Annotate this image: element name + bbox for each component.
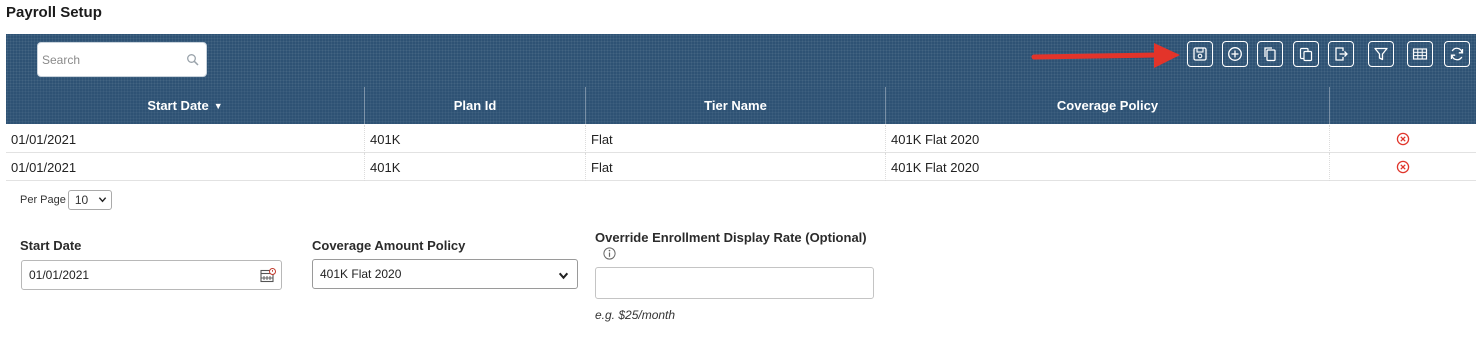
column-header-label: Tier Name xyxy=(704,98,767,113)
calendar-icon[interactable] xyxy=(260,268,276,283)
row-actions xyxy=(1330,153,1476,181)
cell-tier-name[interactable]: Flat xyxy=(586,153,886,181)
grid-toolbar xyxy=(6,34,1476,87)
delete-icon[interactable] xyxy=(1396,160,1410,174)
cell-start-date[interactable]: 01/01/2021 xyxy=(6,153,365,181)
cell-plan-id[interactable]: 401K xyxy=(365,153,586,181)
per-page-select[interactable]: 10 xyxy=(67,190,112,210)
search-input[interactable] xyxy=(42,51,182,69)
delete-icon[interactable] xyxy=(1396,132,1410,146)
search-box[interactable] xyxy=(37,42,207,77)
filter-button[interactable] xyxy=(1368,41,1394,67)
start-date-label: Start Date xyxy=(20,238,82,253)
chevron-down-icon xyxy=(98,197,107,203)
refresh-icon xyxy=(1450,47,1464,61)
cell-coverage-policy[interactable]: 401K Flat 2020 xyxy=(886,153,1330,181)
row-actions xyxy=(1330,125,1476,153)
export-icon xyxy=(1335,47,1348,61)
override-rate-label: Override Enrollment Display Rate (Option… xyxy=(595,230,867,245)
sort-desc-icon: ▼ xyxy=(213,100,223,111)
column-header-label: Coverage Policy xyxy=(1056,98,1159,113)
annotation-arrow-icon xyxy=(1031,43,1180,68)
grid-header: Start Date ▼ Plan Id Tier Name Coverage … xyxy=(6,87,1476,124)
paste-button[interactable] xyxy=(1293,41,1319,67)
column-header-actions xyxy=(1330,87,1476,124)
start-date-value: 01/01/2021 xyxy=(29,268,90,282)
per-page-label: Per Page xyxy=(20,194,66,206)
column-header-coverage-policy[interactable]: Coverage Policy xyxy=(886,87,1330,124)
export-button[interactable] xyxy=(1328,41,1354,67)
cell-coverage-policy[interactable]: 401K Flat 2020 xyxy=(886,125,1330,153)
table-row[interactable]: 01/01/2021 401K Flat 401K Flat 2020 xyxy=(6,153,1476,181)
copy-icon xyxy=(1264,47,1276,62)
page-title: Payroll Setup xyxy=(6,4,102,21)
filter-icon xyxy=(1374,47,1388,61)
per-page-value: 10 xyxy=(74,193,89,207)
paste-icon xyxy=(1299,47,1313,62)
pagination: Per Page 10 xyxy=(20,190,112,210)
cell-tier-name[interactable]: Flat xyxy=(586,125,886,153)
override-rate-hint: e.g. $25/month xyxy=(595,308,676,322)
column-header-start-date[interactable]: Start Date ▼ xyxy=(6,87,365,124)
coverage-amount-policy-value: 401K Flat 2020 xyxy=(320,267,402,281)
cell-plan-id[interactable]: 401K xyxy=(365,125,586,153)
info-icon[interactable] xyxy=(603,247,616,260)
refresh-button[interactable] xyxy=(1444,41,1470,67)
column-header-plan-id[interactable]: Plan Id xyxy=(365,87,586,124)
chevron-down-icon xyxy=(558,272,569,280)
column-header-label: Start Date xyxy=(147,98,209,113)
coverage-amount-policy-select[interactable]: 401K Flat 2020 xyxy=(312,259,578,289)
column-header-tier-name[interactable]: Tier Name xyxy=(586,87,886,124)
columns-icon xyxy=(1412,48,1428,60)
column-header-label: Plan Id xyxy=(453,98,497,113)
add-icon xyxy=(1228,47,1242,61)
table-row[interactable]: 01/01/2021 401K Flat 401K Flat 2020 xyxy=(6,125,1476,153)
save-icon xyxy=(1193,47,1207,61)
columns-button[interactable] xyxy=(1407,41,1433,67)
copy-button[interactable] xyxy=(1257,41,1283,67)
start-date-field[interactable]: 01/01/2021 xyxy=(21,260,282,290)
coverage-amount-policy-label: Coverage Amount Policy xyxy=(312,238,466,253)
override-rate-input[interactable] xyxy=(595,267,874,299)
search-icon[interactable] xyxy=(186,53,200,67)
cell-start-date[interactable]: 01/01/2021 xyxy=(6,125,365,153)
save-button[interactable] xyxy=(1187,41,1213,67)
add-button[interactable] xyxy=(1222,41,1248,67)
